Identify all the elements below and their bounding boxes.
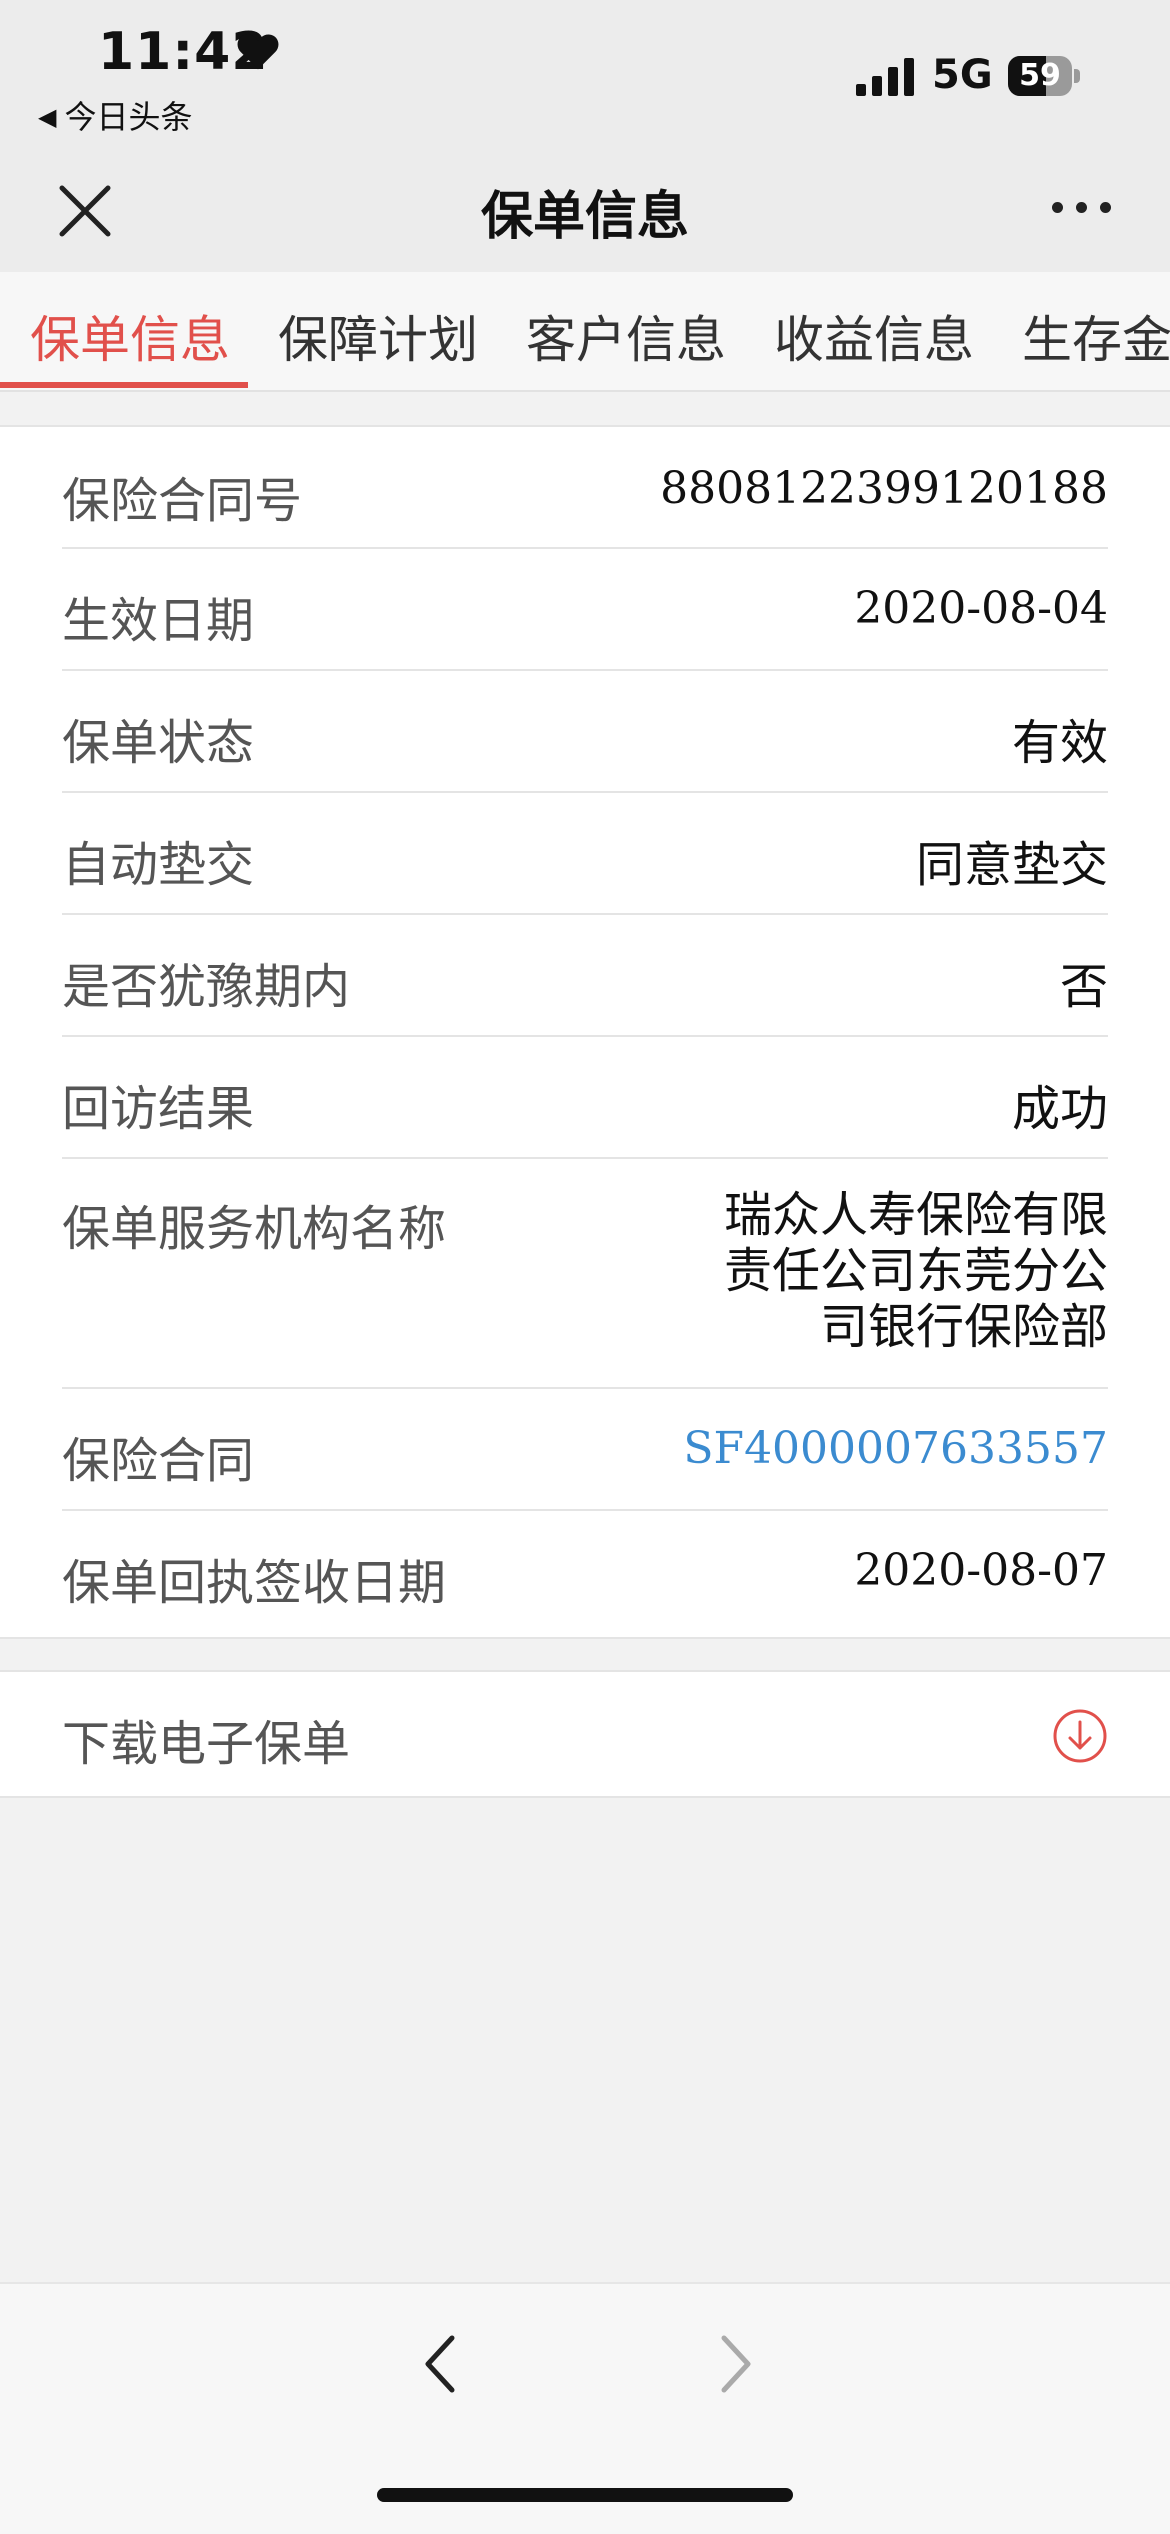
row-value: 2020-08-07: [854, 1545, 1108, 1596]
contract-link[interactable]: SF4000007633557: [683, 1423, 1108, 1474]
tab-policy-info[interactable]: 保单信息: [30, 300, 230, 372]
row-value: 瑞众人寿保险有限责任公司东莞分公司银行保险部: [723, 1187, 1108, 1355]
row-value: 否: [1059, 959, 1108, 1015]
policy-info-card: 保险合同号 8808122399120188 生效日期 2020-08-04 保…: [0, 425, 1170, 1639]
row-cooling-off: 是否犹豫期内 否: [62, 915, 1108, 1037]
tab-survival-benefit[interactable]: 生存金: [1022, 300, 1170, 372]
browser-toolbar: [0, 2282, 1170, 2534]
download-circle-icon[interactable]: [1052, 1708, 1108, 1764]
row-policy-status: 保单状态 有效: [62, 671, 1108, 793]
battery-level: 59: [1019, 58, 1061, 93]
page-title: 保单信息: [480, 187, 689, 247]
row-label: 是否犹豫期内: [62, 959, 351, 1015]
battery-icon: 59: [1008, 56, 1080, 96]
row-value: 同意垫交: [915, 837, 1108, 893]
row-callback-result: 回访结果 成功: [62, 1037, 1108, 1159]
row-value: 成功: [1011, 1081, 1108, 1137]
row-contract-number: 保险合同号 8808122399120188: [62, 427, 1108, 549]
row-value: 8808122399120188: [660, 463, 1108, 514]
tab-coverage-plan[interactable]: 保障计划: [278, 300, 478, 372]
cellular-signal-icon: [856, 58, 914, 96]
row-label: 保单状态: [62, 715, 255, 771]
row-label: 保单服务机构名称: [62, 1201, 447, 1257]
row-label: 生效日期: [62, 593, 255, 649]
tab-customer-info[interactable]: 客户信息: [526, 300, 726, 372]
row-value: 有效: [1011, 715, 1108, 771]
status-bar: 11:42 ◀ 今日头条 5G 59: [0, 0, 1170, 150]
row-effective-date: 生效日期 2020-08-04: [62, 549, 1108, 671]
chevron-left-icon[interactable]: [410, 2324, 470, 2404]
chevron-right-icon[interactable]: [706, 2324, 766, 2404]
home-indicator: [377, 2488, 793, 2502]
tab-income-info[interactable]: 收益信息: [774, 300, 974, 372]
network-type: 5G: [932, 52, 993, 98]
row-label: 保险合同号: [62, 473, 303, 529]
back-triangle-icon: ◀: [38, 103, 57, 131]
back-app-label: 今日头条: [64, 98, 193, 136]
heart-icon: [237, 34, 279, 70]
row-label: 保险合同: [62, 1433, 255, 1489]
row-auto-advance: 自动垫交 同意垫交: [62, 793, 1108, 915]
more-dots-icon[interactable]: [1052, 202, 1114, 222]
row-label: 回访结果: [62, 1081, 255, 1137]
row-contract: 保险合同 SF4000007633557: [62, 1389, 1108, 1511]
row-receipt-date: 保单回执签收日期 2020-08-07: [62, 1511, 1108, 1633]
nav-bar: 保单信息: [0, 150, 1170, 272]
tab-bar: 保单信息 保障计划 客户信息 收益信息 生存金: [0, 272, 1170, 392]
row-service-agency: 保单服务机构名称 瑞众人寿保险有限责任公司东莞分公司银行保险部: [62, 1159, 1108, 1389]
row-value: 2020-08-04: [854, 583, 1108, 634]
row-label: 自动垫交: [62, 837, 255, 893]
row-label: 保单回执签收日期: [62, 1555, 447, 1611]
back-to-app-link[interactable]: ◀ 今日头条: [38, 92, 192, 138]
download-label: 下载电子保单: [62, 1716, 351, 1772]
active-tab-indicator: [0, 382, 248, 388]
download-e-policy-row[interactable]: 下载电子保单: [0, 1670, 1170, 1798]
